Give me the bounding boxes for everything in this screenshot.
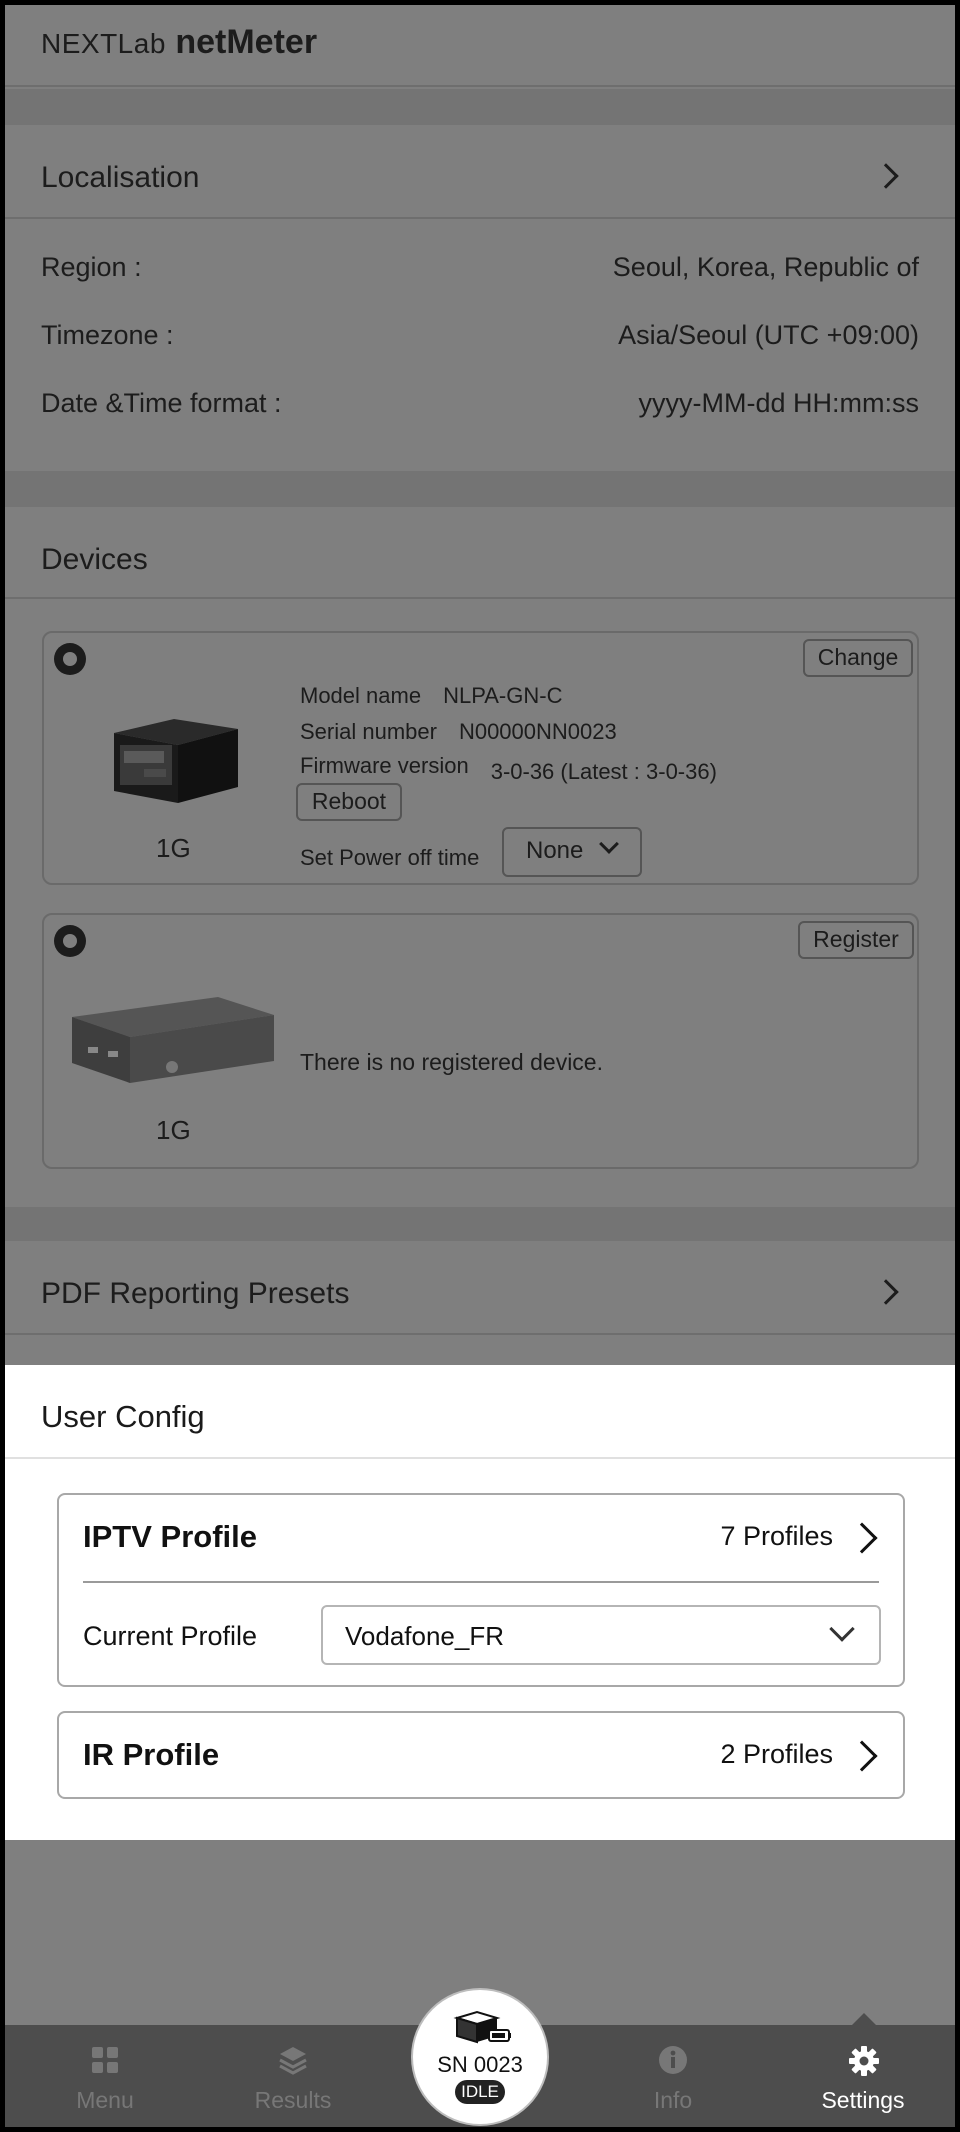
app-logo: NEXTLab netMeter [41,23,317,62]
pdf-presets-section[interactable]: PDF Reporting Presets [5,1241,955,1365]
grid-icon [92,2047,118,2073]
divider [5,1333,955,1335]
firmware-label: Firmware version [300,753,469,778]
divider [83,1581,879,1583]
nav-menu[interactable]: Menu [35,2025,175,2127]
localisation-title: Localisation [41,161,200,194]
devices-section: Devices Change 1G Model name NLPA-GN-C Se… [5,507,955,1207]
device-1-type: 1G [156,833,191,863]
model-value: NLPA-GN-C [443,683,563,708]
register-button[interactable]: Register [798,921,914,959]
model-label: Model name [300,683,422,708]
section-gap [5,1207,955,1241]
screen: NEXTLab netMeter Localisation Region : S… [0,0,960,2132]
firmware-value: 3-0-36 (Latest : 3-0-36) [490,759,717,784]
datetime-format-label: Date &Time format : [41,388,282,418]
device-box-image [72,997,274,1083]
divider [5,1457,955,1459]
change-button[interactable]: Change [803,639,913,677]
localisation-header[interactable]: Localisation [5,125,955,215]
divider [5,217,955,219]
nav-menu-label: Menu [76,2087,134,2113]
gear-icon [849,2046,879,2076]
current-profile-select[interactable]: Vodafone_FR [321,1605,881,1665]
section-gap [5,471,955,507]
ir-profile-count: 2 Profiles [720,1739,833,1769]
power-off-select[interactable]: None [502,827,642,877]
chevron-right-icon [846,1522,878,1554]
serial-row: Serial number N00000NN0023 [300,719,617,745]
timezone-label: Timezone : [41,320,174,350]
timezone-value: Asia/Seoul (UTC +09:00) [618,320,919,350]
info-icon [659,2046,687,2074]
device-battery-icon [453,2010,511,2044]
reboot-button[interactable]: Reboot [296,783,402,821]
region-label: Region : [41,252,142,282]
datetime-format-value: yyyy-MM-dd HH:mm:ss [638,388,919,418]
brand-name: netMeter [175,23,318,61]
chevron-right-icon [873,163,899,189]
nav-settings-label: Settings [821,2087,905,2113]
nav-info-label: Info [653,2087,693,2113]
divider [5,597,955,599]
layers-icon [279,2047,307,2075]
devices-title: Devices [41,543,148,576]
user-config-title: User Config [41,1399,205,1434]
nav-results-label: Results [254,2087,332,2113]
iptv-profile-title: IPTV Profile [83,1519,257,1554]
ir-profile-title: IR Profile [83,1737,220,1772]
iptv-profile-count: 7 Profiles [720,1521,833,1551]
nav-info[interactable]: Info [603,2025,743,2127]
localisation-section: Localisation Region : Seoul, Korea, Repu… [5,125,955,471]
chevron-right-icon [846,1740,878,1772]
no-device-text: There is no registered device. [300,1049,603,1075]
device-2-radio[interactable] [54,925,86,957]
nav-settings[interactable]: Settings [793,2025,933,2127]
device-state-badge: IDLE [455,2080,505,2104]
device-1-radio[interactable] [54,643,86,675]
power-off-value: None [526,837,584,864]
ir-profile-card[interactable]: IR Profile 2 Profiles [57,1711,905,1799]
device-box-image [114,719,238,803]
device-serial: SN 0023 [437,2052,523,2077]
firmware-row: Firmware version 3-0-36 (Latest : 3-0-36) [300,753,717,784]
section-gap [5,89,955,125]
current-profile-label: Current Profile [83,1621,258,1651]
device-card-1: Change 1G Model name NLPA-GN-C Serial num… [42,631,919,885]
iptv-profile-header[interactable]: IPTV Profile 7 Profiles [59,1495,903,1581]
active-tab-indicator [852,2013,876,2025]
app-header: NEXTLab netMeter [5,5,955,87]
current-profile-value: Vodafone_FR [345,1621,505,1651]
chevron-down-icon [829,1616,855,1642]
region-value: Seoul, Korea, Republic of [612,252,919,282]
pdf-presets-title: PDF Reporting Presets [41,1277,350,1310]
nav-results[interactable]: Results [223,2025,363,2127]
chevron-right-icon [873,1279,899,1305]
power-off-label: Set Power off time [300,845,480,870]
serial-label: Serial number [300,719,437,744]
brand-prefix: NEXTLab [41,28,166,59]
model-row: Model name NLPA-GN-C [300,683,562,709]
user-config-sheet: User Config IPTV Profile 7 Profiles Curr… [5,1365,955,1840]
device-card-2: Register 1G There is no registered devic… [42,913,919,1169]
serial-value: N00000NN0023 [458,719,617,744]
device-status-button[interactable]: SN 0023 IDLE [413,1990,547,2124]
device-2-type: 1G [156,1115,191,1145]
iptv-profile-card: IPTV Profile 7 Profiles Current Profile … [57,1493,905,1687]
chevron-down-icon [599,834,619,854]
